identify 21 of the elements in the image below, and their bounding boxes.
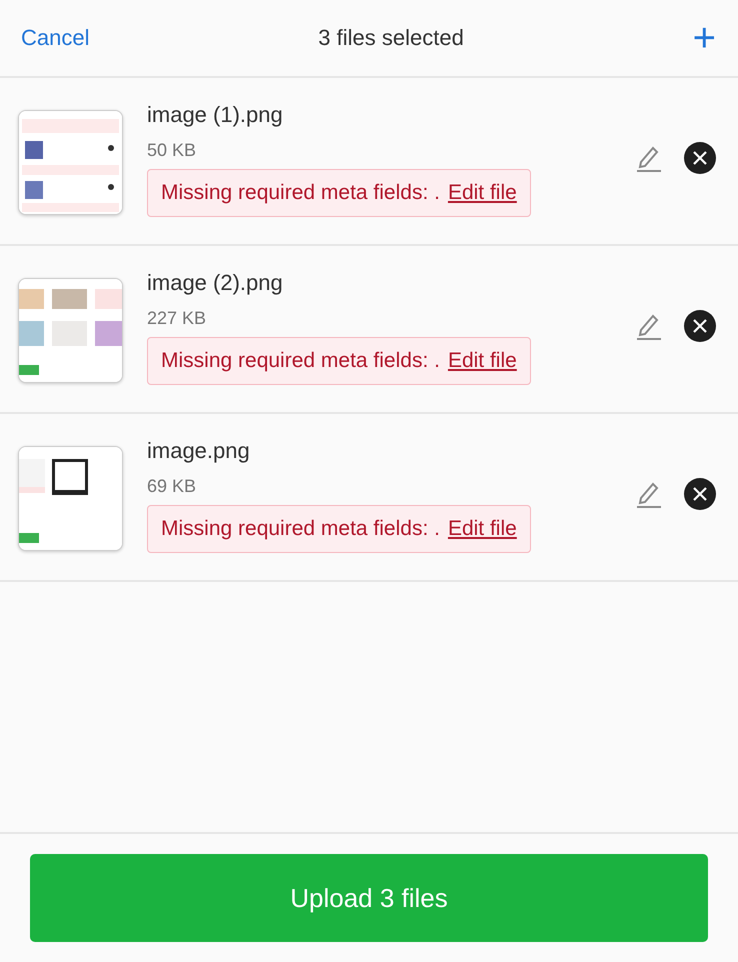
error-message: Missing required meta fields: .	[161, 517, 440, 541]
file-size: 227 KB	[147, 308, 208, 329]
file-size: 69 KB	[147, 476, 198, 497]
remove-file-icon[interactable]	[684, 478, 716, 510]
edit-pencil-icon[interactable]	[636, 312, 662, 340]
header-title: 3 files selected	[318, 25, 464, 51]
cancel-button[interactable]: Cancel	[21, 25, 90, 51]
file-name: image.png	[147, 438, 251, 464]
remove-file-icon[interactable]	[684, 142, 716, 174]
file-size: 50 KB	[147, 140, 198, 161]
error-message: Missing required meta fields: .	[161, 349, 440, 373]
file-name: image (1).png	[147, 102, 284, 128]
edit-file-link[interactable]: Edit file	[448, 181, 517, 205]
add-button[interactable]: +	[692, 18, 716, 58]
edit-pencil-icon[interactable]	[636, 480, 662, 508]
edit-file-link[interactable]: Edit file	[448, 517, 517, 541]
file-name: image (2).png	[147, 270, 284, 296]
remove-file-icon[interactable]	[684, 310, 716, 342]
error-message: Missing required meta fields: .	[161, 181, 440, 205]
edit-file-link[interactable]: Edit file	[448, 349, 517, 373]
edit-pencil-icon[interactable]	[636, 144, 662, 172]
